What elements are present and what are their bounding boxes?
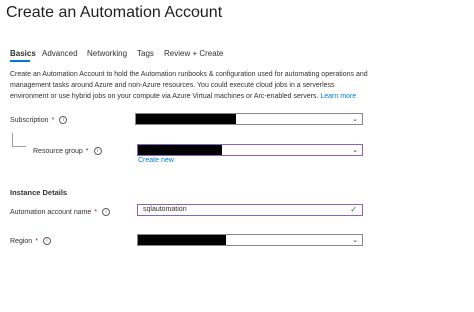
tree-connector — [12, 133, 13, 146]
account-name-label: Automation account name * i — [10, 208, 111, 216]
region-label-text: Region — [10, 237, 33, 245]
account-name-input[interactable]: sqlautomation ✓ — [137, 204, 363, 216]
account-name-label-text: Automation account name — [10, 208, 92, 216]
tab-basics[interactable]: Basics — [10, 49, 36, 58]
subscription-dropdown[interactable]: ⌄ — [135, 113, 363, 125]
account-name-value: sqlautomation — [143, 206, 187, 213]
subscription-label: Subscription * i — [10, 116, 68, 124]
resource-group-dropdown[interactable]: ⌄ — [137, 144, 363, 156]
tab-networking[interactable]: Networking — [87, 49, 127, 58]
required-marker: * — [85, 147, 89, 155]
learn-more-link[interactable]: Learn more — [320, 93, 356, 100]
required-marker: * — [94, 208, 98, 216]
region-label: Region * i — [10, 237, 51, 245]
tab-tags[interactable]: Tags — [137, 49, 154, 58]
resource-group-label: Resource group * i — [33, 147, 102, 155]
redacted-value — [138, 145, 222, 155]
required-marker: * — [51, 116, 55, 124]
region-dropdown[interactable]: ⌄ — [137, 234, 363, 246]
create-new-link[interactable]: Create new — [138, 157, 174, 164]
chevron-down-icon: ⌄ — [352, 147, 358, 154]
description-text: Create an Automation Account to hold the… — [10, 71, 368, 100]
required-marker: * — [35, 237, 38, 245]
description: Create an Automation Account to hold the… — [10, 69, 370, 102]
tab-review-create[interactable]: Review + Create — [164, 49, 223, 58]
active-tab-indicator — [10, 60, 30, 62]
section-instance-details: Instance Details — [10, 188, 68, 197]
checkmark-icon: ✓ — [350, 205, 357, 214]
info-icon[interactable]: i — [59, 116, 68, 124]
chevron-down-icon: ⌄ — [352, 116, 358, 123]
info-icon[interactable]: i — [102, 208, 111, 216]
redacted-value — [138, 235, 226, 245]
tab-advanced[interactable]: Advanced — [42, 49, 78, 58]
info-icon[interactable]: i — [42, 237, 51, 245]
redacted-value — [136, 114, 236, 124]
chevron-down-icon: ⌄ — [352, 237, 358, 244]
tree-connector — [12, 146, 26, 147]
info-icon[interactable]: i — [93, 147, 102, 155]
more-options-icon[interactable]: ··· — [190, 6, 203, 17]
subscription-label-text: Subscription — [10, 116, 49, 124]
resource-group-label-text: Resource group — [33, 147, 83, 155]
